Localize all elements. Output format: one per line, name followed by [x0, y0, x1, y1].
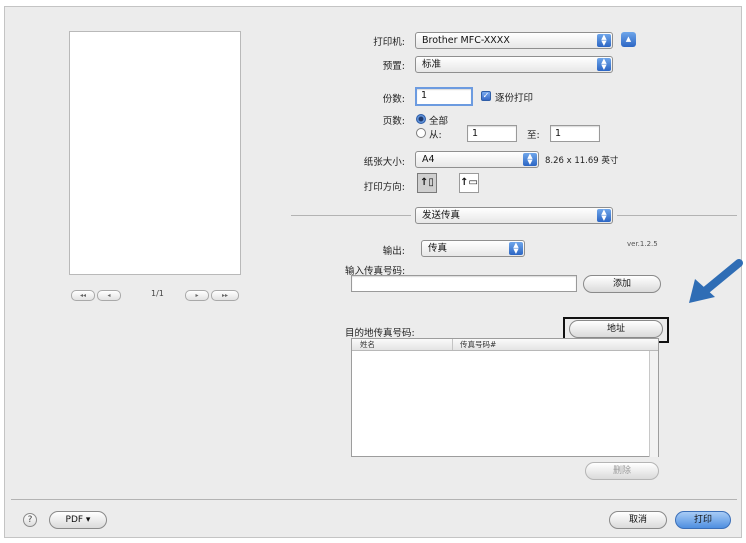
- version-label: ver.1.2.5: [627, 240, 658, 248]
- page-preview: [69, 31, 241, 275]
- output-label: 输出:: [382, 246, 405, 257]
- printer-value: Brother MFC-XXXX: [422, 35, 510, 46]
- table-scrollbar[interactable]: [649, 351, 658, 457]
- output-popup[interactable]: 传真 ▲ ▼: [421, 240, 525, 257]
- collated-checkbox[interactable]: ✓: [481, 91, 491, 101]
- panel-menu-value: 发送传真: [422, 210, 461, 221]
- print-dialog: ◂◂ ◂ 1/1 ▸ ▸▸ 打印机: Brother MFC-XXXX ▲ ▼ ▲…: [4, 6, 743, 538]
- pages-to-field[interactable]: 1: [550, 125, 600, 142]
- presets-popup[interactable]: 标准 ▲ ▼: [415, 56, 613, 73]
- delete-button[interactable]: 删除: [585, 462, 659, 480]
- output-value: 传真: [428, 243, 448, 254]
- column-fax-number[interactable]: 传真号码#: [460, 339, 496, 350]
- destination-table[interactable]: 姓名 传真号码#: [351, 338, 659, 457]
- popup-arrows-icon: ▲ ▼: [523, 153, 537, 166]
- pages-from-field[interactable]: 1: [467, 125, 517, 142]
- pdf-button[interactable]: PDF ▾: [49, 511, 107, 529]
- copies-field[interactable]: 1: [415, 87, 473, 106]
- prev-page-button[interactable]: ◂: [97, 290, 121, 301]
- paper-size-label: 纸张大小:: [363, 157, 405, 168]
- first-page-button[interactable]: ◂◂: [71, 290, 95, 301]
- printer-label: 打印机:: [373, 37, 405, 48]
- pages-from-label: 从:: [429, 130, 442, 141]
- disclosure-triangle-icon[interactable]: ▲: [621, 32, 636, 47]
- pages-all-radio[interactable]: [416, 114, 426, 124]
- popup-arrows-icon: ▲ ▼: [597, 209, 611, 222]
- help-button[interactable]: ?: [23, 513, 37, 527]
- printer-popup[interactable]: Brother MFC-XXXX ▲ ▼: [415, 32, 613, 49]
- paper-size-value: A4: [422, 154, 435, 165]
- copies-label: 份数:: [382, 94, 405, 105]
- column-name[interactable]: 姓名: [360, 339, 375, 350]
- presets-value: 标准: [422, 59, 442, 70]
- footer-separator: [11, 499, 737, 500]
- next-page-button[interactable]: ▸: [185, 290, 209, 301]
- popup-arrows-icon: ▲ ▼: [597, 34, 611, 47]
- separator-right: [617, 215, 737, 216]
- pages-range-radio[interactable]: [416, 128, 426, 138]
- cancel-button[interactable]: 取消: [609, 511, 667, 529]
- table-header: 姓名 传真号码#: [352, 339, 658, 351]
- pages-to-label: 至:: [527, 130, 540, 141]
- page-indicator: 1/1: [151, 289, 164, 298]
- panel-menu-popup[interactable]: 发送传真 ▲ ▼: [415, 207, 613, 224]
- paper-size-popup[interactable]: A4 ▲ ▼: [415, 151, 539, 168]
- destination-label: 目的地传真号码:: [345, 328, 415, 339]
- popup-arrows-icon: ▲ ▼: [509, 242, 523, 255]
- column-divider: [452, 339, 453, 350]
- popup-arrows-icon: ▲ ▼: [597, 58, 611, 71]
- presets-label: 预置:: [382, 61, 405, 72]
- landscape-orientation-icon[interactable]: ↑▭: [459, 173, 479, 193]
- add-button[interactable]: 添加: [583, 275, 661, 293]
- pages-label: 页数:: [382, 116, 405, 127]
- orientation-label: 打印方向:: [363, 182, 405, 193]
- pointer-arrow-icon: [689, 259, 743, 303]
- separator-left: [291, 215, 411, 216]
- last-page-button[interactable]: ▸▸: [211, 290, 239, 301]
- collated-label: 逐份打印: [495, 93, 534, 104]
- print-button[interactable]: 打印: [675, 511, 731, 529]
- portrait-orientation-icon[interactable]: ↑▯: [417, 173, 437, 193]
- pages-all-label: 全部: [429, 116, 449, 127]
- paper-dimensions: 8.26 x 11.69 英寸: [545, 156, 619, 166]
- fax-number-field[interactable]: [351, 275, 577, 292]
